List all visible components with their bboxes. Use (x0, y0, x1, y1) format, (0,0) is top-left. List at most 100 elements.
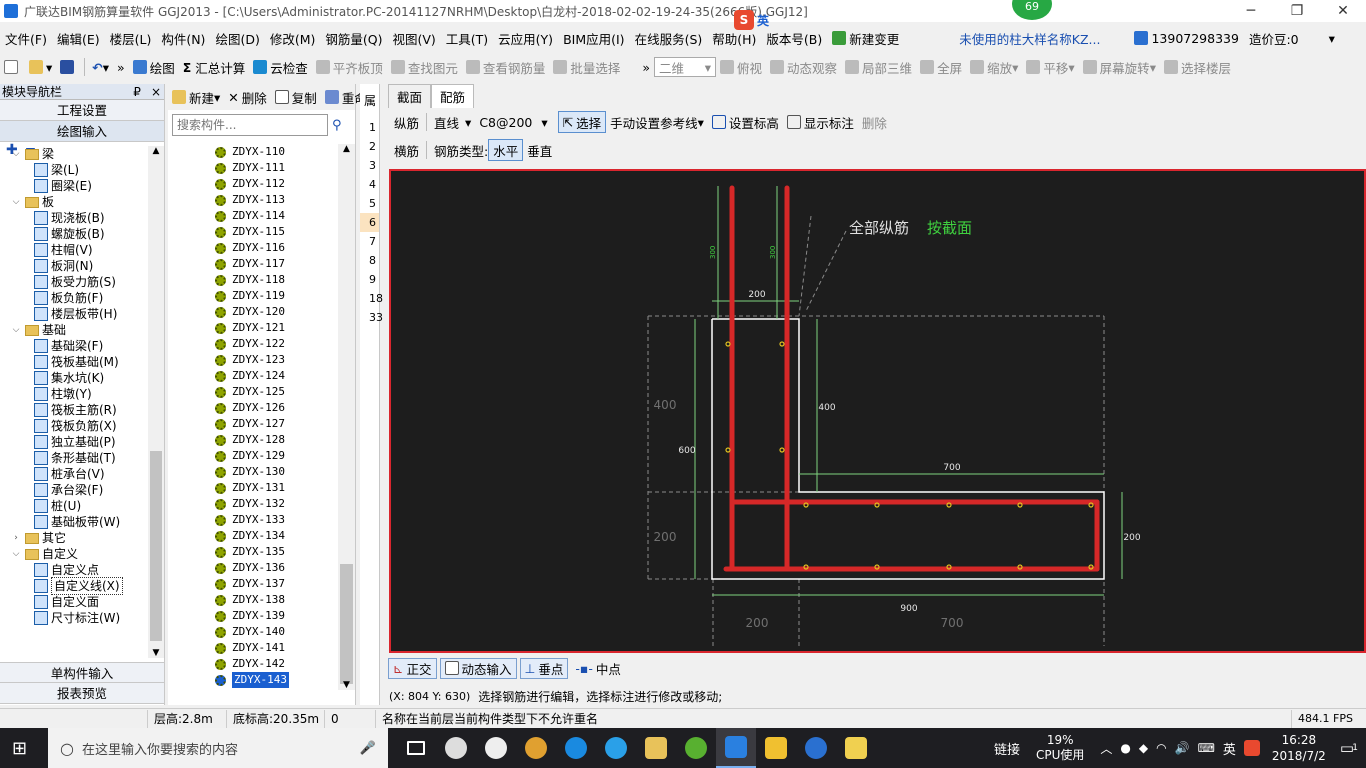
menu-cloud[interactable]: 云应用(Y) (493, 29, 558, 48)
component-item[interactable]: ZDYX-116 (168, 240, 340, 256)
start-button[interactable]: ⊞ (12, 738, 27, 759)
vertical-button[interactable]: 垂直 (523, 139, 556, 161)
property-row-number[interactable]: 4 (360, 175, 379, 194)
fullscreen-button[interactable]: 全屏 (916, 56, 966, 78)
tree-item[interactable]: 梁(L) (0, 162, 148, 178)
perpendicular-snap-button[interactable]: ⊥ 垂点 (519, 657, 569, 679)
dim-right-width[interactable]: 700 (943, 463, 960, 473)
property-row-number[interactable]: 9 (360, 270, 379, 289)
component-item[interactable]: ZDYX-131 (168, 480, 340, 496)
taskbar-app-glodon[interactable] (716, 728, 756, 768)
dim-bottom-left[interactable]: 200 (746, 616, 769, 630)
tree-item[interactable]: 圈梁(E) (0, 178, 148, 194)
tree-item[interactable]: 基础梁(F) (0, 338, 148, 354)
component-item[interactable]: ZDYX-120 (168, 304, 340, 320)
component-item[interactable]: ZDYX-123 (168, 352, 340, 368)
taskbar-app-fan[interactable] (436, 728, 476, 768)
toolbar-overflow-2[interactable]: » (638, 56, 654, 78)
component-item[interactable]: ZDYX-125 (168, 384, 340, 400)
dim-lead-a[interactable]: 300 (709, 246, 717, 259)
property-row-number[interactable]: 2 (360, 137, 379, 156)
component-item[interactable]: ZDYX-121 (168, 320, 340, 336)
component-item[interactable]: ZDYX-117 (168, 256, 340, 272)
component-item[interactable]: ZDYX-127 (168, 416, 340, 432)
minimize-button[interactable]: ─ (1228, 0, 1274, 22)
dim-inner-height[interactable]: 400 (818, 403, 835, 413)
tree-item[interactable]: 自定义点 (0, 562, 148, 578)
menu-bim[interactable]: BIM应用(I) (558, 29, 630, 48)
taskbar-app-g[interactable] (796, 728, 836, 768)
tree-item[interactable]: 楼层板带(H) (0, 306, 148, 322)
zoom-button[interactable]: 缩放 ▾ (966, 56, 1022, 78)
tree-item[interactable]: 筏板基础(M) (0, 354, 148, 370)
component-item[interactable]: ZDYX-128 (168, 432, 340, 448)
component-item[interactable]: ZDYX-124 (168, 368, 340, 384)
component-search-input[interactable] (172, 114, 328, 136)
tree-item[interactable]: 集水坑(K) (0, 370, 148, 386)
component-item[interactable]: ZDYX-140 (168, 624, 340, 640)
dim-bottom-right[interactable]: 700 (941, 616, 964, 630)
section-drawing[interactable]: 全部纵筋 按截面 200 600 400 700 200 900 400 200… (391, 171, 1364, 651)
tree-scrollbar[interactable]: ▲ ▼ (148, 146, 164, 658)
collapse-chevron-icon[interactable]: ⌵ (10, 546, 22, 562)
dim-bottom-width[interactable]: 900 (900, 604, 917, 614)
dim-left-upper[interactable]: 400 (654, 398, 677, 412)
dynamic-view-button[interactable]: 动态观察 (766, 56, 841, 78)
menu-edit[interactable]: 编辑(E) (52, 29, 105, 48)
dim-left-height[interactable]: 600 (678, 446, 695, 456)
volume-icon[interactable]: 🔊 (1175, 741, 1190, 755)
dim-left-lower[interactable]: 200 (654, 530, 677, 544)
menu-modify[interactable]: 修改(M) (265, 29, 321, 48)
tray-app-icon[interactable]: ● (1120, 741, 1130, 755)
component-item[interactable]: ZDYX-126 (168, 400, 340, 416)
component-item[interactable]: ZDYX-137 (168, 576, 340, 592)
component-item[interactable]: ZDYX-115 (168, 224, 340, 240)
tree-scroll-thumb[interactable] (150, 451, 162, 641)
collapse-chevron-icon[interactable]: ⌵ (10, 322, 22, 338)
rebar-points[interactable] (725, 341, 1094, 570)
menu-tools[interactable]: 工具(T) (441, 29, 493, 48)
taskbar-app-help[interactable] (836, 728, 876, 768)
delete-rebar-button[interactable]: 删除 (858, 111, 891, 133)
new-change-button[interactable]: 新建变更 (827, 29, 904, 48)
menu-rebar-quantity[interactable]: 钢筋量(Q) (320, 29, 387, 48)
dim-lead-b[interactable]: 300 (769, 246, 777, 259)
tree-item[interactable]: 柱墩(Y) (0, 386, 148, 402)
single-component-input-button[interactable]: 单构件输入 (0, 662, 164, 683)
midpoint-snap-button[interactable]: -▪- 中点 (571, 657, 625, 679)
component-item[interactable]: ZDYX-142 (168, 656, 340, 672)
notice-link[interactable]: 未使用的柱大样名称KZ... (954, 29, 1105, 48)
close-button[interactable]: ✕ (1320, 0, 1366, 22)
tab-reinforcement[interactable]: 配筋 (431, 84, 475, 108)
tray-expand-icon[interactable]: ︿ (1100, 740, 1112, 757)
menu-version[interactable]: 版本号(B) (761, 29, 827, 48)
property-row-number[interactable]: 33 (360, 308, 383, 327)
maximize-button[interactable]: ❐ (1274, 0, 1320, 22)
component-item[interactable]: ZDYX-138 (168, 592, 340, 608)
delete-component-button[interactable]: ✕ 删除 (224, 86, 271, 108)
notification-badge[interactable]: 69 (1012, 0, 1052, 20)
toolbar-overflow[interactable]: » (113, 56, 129, 78)
tree-folder[interactable]: ⌵ 板 (0, 194, 148, 210)
taskbar-app-360[interactable] (676, 728, 716, 768)
cpu-usage[interactable]: 19% CPU使用 (1036, 733, 1084, 763)
property-row-number[interactable]: 18 (360, 289, 383, 308)
report-preview-button[interactable]: 报表预览 (0, 683, 164, 704)
tree-item[interactable]: 自定义线(X) (0, 577, 148, 595)
dim-top-width[interactable]: 200 (748, 290, 765, 300)
user-account[interactable]: 13907298339 (1129, 31, 1243, 46)
line-type-select[interactable]: 直线 ▾ (430, 111, 475, 133)
tree-item[interactable]: 板负筋(F) (0, 290, 148, 306)
project-settings-button[interactable]: 工程设置 (0, 100, 164, 121)
dynamic-input-button[interactable]: 动态输入 (439, 657, 517, 679)
summary-calc-button[interactable]: Σ 汇总计算 (179, 56, 250, 78)
tray-sogou-icon[interactable] (1243, 740, 1260, 756)
task-view-button[interactable] (396, 728, 436, 768)
component-item[interactable]: ZDYX-111 (168, 160, 340, 176)
tree-item[interactable]: 筏板负筋(X) (0, 418, 148, 434)
local-3d-button[interactable]: 局部三维 (841, 56, 916, 78)
screen-rotate-button[interactable]: 屏幕旋转 ▾ (1079, 56, 1160, 78)
wifi-icon[interactable]: ◠ (1156, 741, 1166, 755)
component-scrollbar[interactable]: ▲ ▼ (338, 144, 355, 690)
draw-button[interactable]: 绘图 (129, 56, 179, 78)
